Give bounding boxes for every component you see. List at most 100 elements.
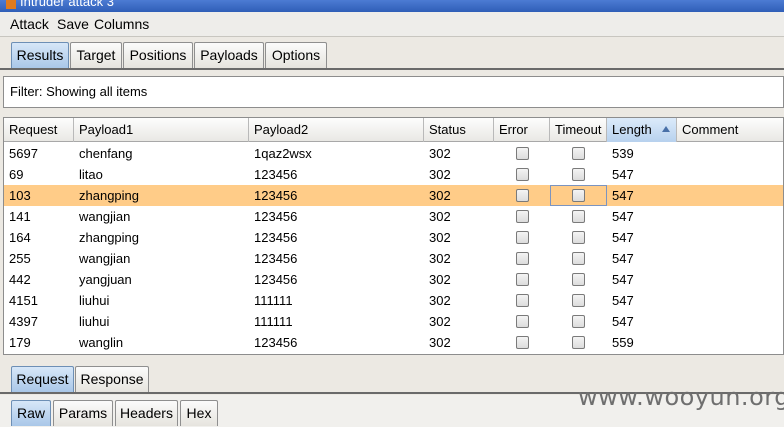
tab-target[interactable]: Target [70, 42, 122, 68]
cell-length: 539 [612, 146, 634, 161]
cell-payload1: wangjian [79, 209, 131, 224]
error-checkbox[interactable] [516, 252, 529, 265]
error-checkbox[interactable] [516, 168, 529, 181]
table-row[interactable]: 69 litao 123456 302 547 [4, 164, 783, 185]
tab-request[interactable]: Request [11, 366, 74, 392]
cell-status: 302 [429, 167, 451, 182]
cell-payload1: zhangping [79, 230, 139, 245]
cell-length: 547 [612, 209, 634, 224]
column-header-error[interactable]: Error [494, 118, 550, 142]
cell-comment [677, 164, 682, 185]
cell-length: 559 [612, 335, 634, 350]
cell-payload1: wanglin [79, 335, 124, 350]
table-row[interactable]: 141 wangjian 123456 302 547 [4, 206, 783, 227]
cell-payload2: 123456 [254, 251, 298, 266]
timeout-checkbox[interactable] [572, 147, 585, 160]
cell-comment [677, 248, 682, 269]
cell-payload1: liuhui [79, 293, 110, 308]
timeout-checkbox[interactable] [572, 252, 585, 265]
error-checkbox[interactable] [516, 336, 529, 349]
cell-request: 69 [9, 167, 24, 182]
table-row[interactable]: 5697 chenfang 1qaz2wsx 302 539 [4, 143, 783, 164]
cell-status: 302 [429, 230, 451, 245]
table-row[interactable]: 442 yangjuan 123456 302 547 [4, 269, 783, 290]
cell-length: 547 [612, 293, 634, 308]
sort-ascending-icon [662, 126, 670, 132]
tab-params[interactable]: Params [53, 400, 113, 426]
cell-payload1: litao [79, 167, 103, 182]
cell-payload2: 123456 [254, 230, 298, 245]
filter-text: Filter: Showing all items [10, 84, 148, 99]
cell-comment [677, 227, 682, 248]
menu-save[interactable]: Save [57, 16, 89, 32]
cell-payload2: 123456 [254, 335, 298, 350]
cell-payload2: 111111 [254, 314, 293, 329]
table-row[interactable]: 179 wanglin 123456 302 559 [4, 332, 783, 353]
cell-comment [677, 290, 682, 311]
main-tab-strip: Results Target Positions Payloads Option… [0, 42, 784, 70]
cell-request: 4397 [9, 314, 38, 329]
cell-status: 302 [429, 314, 451, 329]
menu-columns[interactable]: Columns [94, 16, 149, 32]
cell-payload2: 111111 [254, 293, 293, 308]
table-row[interactable]: 255 wangjian 123456 302 547 [4, 248, 783, 269]
timeout-checkbox[interactable] [572, 273, 585, 286]
table-row[interactable]: 164 zhangping 123456 302 547 [4, 227, 783, 248]
error-checkbox[interactable] [516, 273, 529, 286]
cell-length: 547 [612, 272, 634, 287]
tab-headers[interactable]: Headers [115, 400, 178, 426]
cell-comment [677, 269, 682, 290]
column-header-status[interactable]: Status [424, 118, 494, 142]
menu-attack[interactable]: Attack [10, 16, 49, 32]
cell-comment [677, 143, 682, 164]
cell-payload2: 123456 [254, 209, 298, 224]
cell-status: 302 [429, 209, 451, 224]
tab-payloads[interactable]: Payloads [194, 42, 264, 68]
timeout-checkbox[interactable] [572, 336, 585, 349]
timeout-checkbox[interactable] [572, 189, 585, 202]
cell-length: 547 [612, 230, 634, 245]
cell-request: 141 [9, 209, 31, 224]
timeout-checkbox[interactable] [572, 315, 585, 328]
error-checkbox[interactable] [516, 189, 529, 202]
error-checkbox[interactable] [516, 147, 529, 160]
watermark: www.wooyun.org [578, 383, 784, 411]
cell-comment [677, 311, 682, 332]
column-header-comment[interactable]: Comment [677, 118, 783, 142]
cell-status: 302 [429, 335, 451, 350]
cell-payload2: 123456 [254, 272, 298, 287]
column-header-length[interactable]: Length [607, 118, 677, 142]
timeout-checkbox[interactable] [572, 210, 585, 223]
cell-payload1: wangjian [79, 251, 131, 266]
column-header-length-label: Length [612, 122, 652, 137]
error-checkbox[interactable] [516, 210, 529, 223]
timeout-checkbox[interactable] [572, 168, 585, 181]
cell-length: 547 [612, 314, 634, 329]
cell-payload1: zhangping [79, 188, 139, 203]
tab-hex[interactable]: Hex [180, 400, 218, 426]
tab-options[interactable]: Options [265, 42, 327, 68]
timeout-checkbox[interactable] [572, 294, 585, 307]
column-header-timeout[interactable]: Timeout [550, 118, 607, 142]
cell-status: 302 [429, 251, 451, 266]
filter-bar[interactable]: Filter: Showing all items [3, 76, 784, 108]
window-titlebar: Intruder attack 3 [0, 0, 784, 12]
table-row[interactable]: 103 zhangping 123456 302 547 [4, 185, 783, 206]
error-checkbox[interactable] [516, 231, 529, 244]
error-checkbox[interactable] [516, 294, 529, 307]
column-header-payload2[interactable]: Payload2 [249, 118, 424, 142]
table-row[interactable]: 4397 liuhui 111111 302 547 [4, 311, 783, 332]
cell-request: 255 [9, 251, 31, 266]
tab-raw[interactable]: Raw [11, 400, 51, 426]
tab-positions[interactable]: Positions [123, 42, 193, 68]
cell-payload1: yangjuan [79, 272, 132, 287]
timeout-checkbox[interactable] [572, 231, 585, 244]
tab-results[interactable]: Results [11, 42, 69, 68]
column-header-request[interactable]: Request [4, 118, 74, 142]
results-table: Request Payload1 Payload2 Status Error T… [3, 117, 784, 355]
column-header-payload1[interactable]: Payload1 [74, 118, 249, 142]
cell-payload2: 1qaz2wsx [254, 146, 312, 161]
error-checkbox[interactable] [516, 315, 529, 328]
table-row[interactable]: 4151 liuhui 111111 302 547 [4, 290, 783, 311]
tab-response[interactable]: Response [75, 366, 149, 392]
